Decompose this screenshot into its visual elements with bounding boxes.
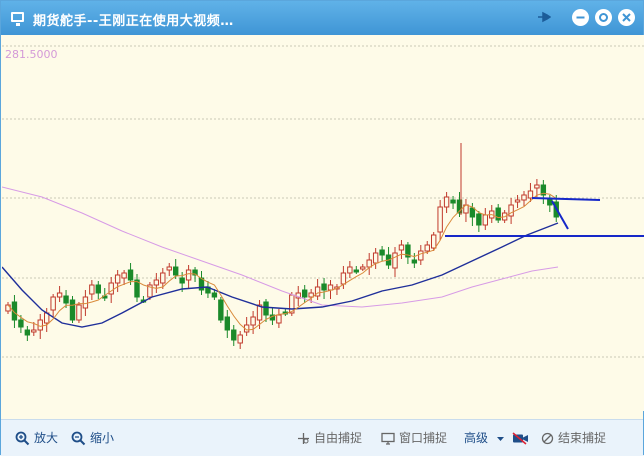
candle-body bbox=[424, 244, 430, 252]
candle-body bbox=[302, 289, 308, 298]
candle-body bbox=[482, 214, 489, 226]
candle-body bbox=[166, 266, 172, 271]
candle-body bbox=[121, 272, 127, 279]
capture-window: 期货舵手--王刚正在使用大视频… 281.5000 放大 缩小 自由捕捉 窗口捕… bbox=[0, 0, 644, 456]
window-capture-button[interactable]: 窗口捕捉 bbox=[381, 430, 447, 446]
candle-body bbox=[31, 329, 37, 333]
candle-body bbox=[37, 319, 43, 331]
candle-body bbox=[392, 252, 398, 269]
candle-body bbox=[450, 199, 456, 204]
minimize-button[interactable] bbox=[572, 9, 589, 26]
candle-body bbox=[179, 277, 185, 284]
candle-body bbox=[185, 269, 192, 281]
end-capture-button[interactable]: 结束捕捉 bbox=[541, 430, 606, 446]
candle-body bbox=[521, 194, 527, 201]
zoom-in-label: 放大 bbox=[34, 431, 59, 445]
candle-body bbox=[514, 199, 521, 203]
maximize-button[interactable] bbox=[595, 9, 612, 26]
candle-body bbox=[327, 284, 334, 291]
candle-body bbox=[263, 301, 269, 316]
candle-body bbox=[469, 207, 476, 218]
window-title: 期货舵手--王刚正在使用大视频… bbox=[33, 14, 234, 29]
candle-body bbox=[360, 266, 366, 270]
candle-body bbox=[76, 304, 82, 321]
candle-body bbox=[418, 250, 424, 261]
candle-body bbox=[211, 292, 218, 298]
advanced-label: 高级 bbox=[464, 431, 489, 445]
candle-body bbox=[495, 207, 501, 221]
candle-body bbox=[237, 334, 243, 344]
candle-body bbox=[50, 296, 56, 311]
candle-body bbox=[127, 269, 134, 281]
candle-body bbox=[218, 299, 224, 321]
candle-body bbox=[276, 314, 282, 324]
candle-body bbox=[398, 244, 405, 251]
candlestick-chart: 281.5000 bbox=[1, 35, 644, 411]
candle-body bbox=[153, 279, 160, 286]
candle-body bbox=[224, 316, 231, 331]
candle-body bbox=[5, 304, 11, 312]
candle-body bbox=[114, 274, 121, 284]
caret-down-icon bbox=[496, 436, 504, 441]
candle-body bbox=[63, 295, 69, 304]
video-camera-icon bbox=[512, 432, 528, 445]
free-capture-button[interactable]: 自由捕捉 bbox=[297, 430, 362, 446]
title-bar[interactable]: 期货舵手--王刚正在使用大视频… bbox=[1, 1, 643, 35]
ma-long-line bbox=[1, 186, 559, 308]
candle-body bbox=[372, 252, 379, 264]
zoom-out-icon bbox=[71, 431, 86, 446]
free-capture-label: 自由捕捉 bbox=[314, 431, 363, 445]
candle-body bbox=[353, 269, 360, 273]
stop-icon bbox=[541, 432, 554, 445]
candles bbox=[5, 143, 559, 349]
candle-body bbox=[82, 296, 89, 309]
candle-body bbox=[160, 272, 166, 284]
candle-body bbox=[437, 206, 443, 233]
candle-body bbox=[411, 259, 418, 264]
candle-body bbox=[18, 319, 24, 328]
candle-body bbox=[231, 329, 237, 341]
candle-body bbox=[95, 284, 101, 294]
zoom-in-icon bbox=[15, 431, 30, 446]
candle-body bbox=[340, 272, 347, 285]
resistance-line bbox=[531, 197, 601, 201]
window-capture-label: 窗口捕捉 bbox=[399, 431, 448, 445]
bottom-toolbar: 放大 缩小 自由捕捉 窗口捕捉 高级 结束捕捉 bbox=[1, 419, 643, 456]
candle-body bbox=[534, 184, 540, 189]
advanced-dropdown[interactable]: 高级 bbox=[464, 430, 509, 446]
pin-icon[interactable] bbox=[537, 11, 551, 23]
candle-body bbox=[250, 316, 256, 326]
zoom-out-button[interactable]: 缩小 bbox=[71, 430, 114, 446]
chart-canvas bbox=[1, 45, 644, 358]
candle-body bbox=[527, 190, 534, 199]
candle-body bbox=[476, 213, 482, 226]
zoom-in-button[interactable]: 放大 bbox=[15, 430, 58, 446]
monitor-icon bbox=[11, 12, 24, 26]
candle-body bbox=[24, 329, 31, 336]
candle-body bbox=[321, 283, 327, 291]
record-button[interactable] bbox=[512, 430, 533, 446]
candle-body bbox=[69, 299, 76, 321]
candle-body bbox=[431, 234, 437, 249]
price-axis-label: 281.5000 bbox=[5, 48, 58, 61]
zoom-out-label: 缩小 bbox=[90, 431, 115, 445]
candle-body bbox=[56, 292, 63, 298]
candle-body bbox=[347, 266, 353, 274]
candle-body bbox=[443, 196, 450, 208]
candle-body bbox=[89, 284, 95, 295]
end-capture-label: 结束捕捉 bbox=[558, 431, 607, 445]
crosshair-icon bbox=[298, 433, 309, 444]
candle-body bbox=[366, 259, 372, 268]
candle-body bbox=[379, 249, 385, 256]
window-capture-icon bbox=[381, 432, 395, 445]
candle-body bbox=[173, 266, 179, 276]
close-button[interactable] bbox=[618, 9, 635, 26]
